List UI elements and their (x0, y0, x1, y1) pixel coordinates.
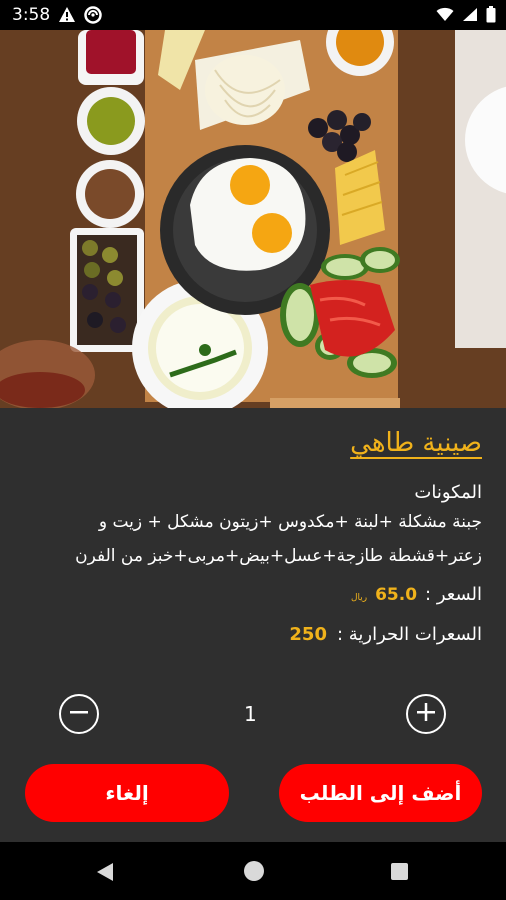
ingredients-label: المكونات (414, 482, 482, 503)
price-value: 65.0 (375, 585, 418, 605)
add-to-order-button[interactable]: أضف إلى الطلب (279, 764, 482, 822)
warning-icon (58, 6, 76, 28)
calories-row: السعرات الحرارية : 250 (289, 624, 482, 645)
price-row: السعر : 65.0 ريال (351, 584, 482, 605)
recent-apps-icon[interactable] (391, 863, 408, 880)
battery-icon (486, 6, 496, 28)
price-label: السعر : (425, 584, 482, 605)
wifi-icon (436, 7, 454, 27)
back-icon[interactable] (96, 862, 114, 886)
dish-title: صينية طاهي (350, 428, 482, 458)
status-time: 3:58 (12, 5, 51, 25)
home-icon[interactable] (244, 861, 264, 881)
status-bar: 3:58 (0, 0, 506, 30)
quantity-value: 1 (244, 702, 257, 726)
ingredients-text-line-1: جبنة مشكلة +لبنة +مكدوس +زيتون مشكل + زي… (98, 512, 482, 532)
sync-icon (84, 6, 102, 29)
cancel-button[interactable]: إلغاء (25, 764, 229, 822)
minus-circle-icon (68, 701, 90, 727)
dish-details-panel: صينية طاهي المكونات جبنة مشكلة +لبنة +مك… (0, 408, 506, 842)
dish-photo (0, 30, 506, 408)
signal-icon (462, 7, 478, 27)
calories-label: السعرات الحرارية : (336, 624, 482, 645)
calories-value: 250 (289, 624, 327, 645)
navigation-bar (0, 842, 506, 900)
ingredients-text-line-2: زعتر+قشطة طازجة+عسل+بيض+مربى+خبز من الفر… (75, 546, 482, 566)
price-currency: ريال (350, 593, 368, 603)
plus-circle-icon (415, 701, 437, 727)
increase-quantity-button[interactable] (406, 694, 446, 734)
decrease-quantity-button[interactable] (59, 694, 99, 734)
